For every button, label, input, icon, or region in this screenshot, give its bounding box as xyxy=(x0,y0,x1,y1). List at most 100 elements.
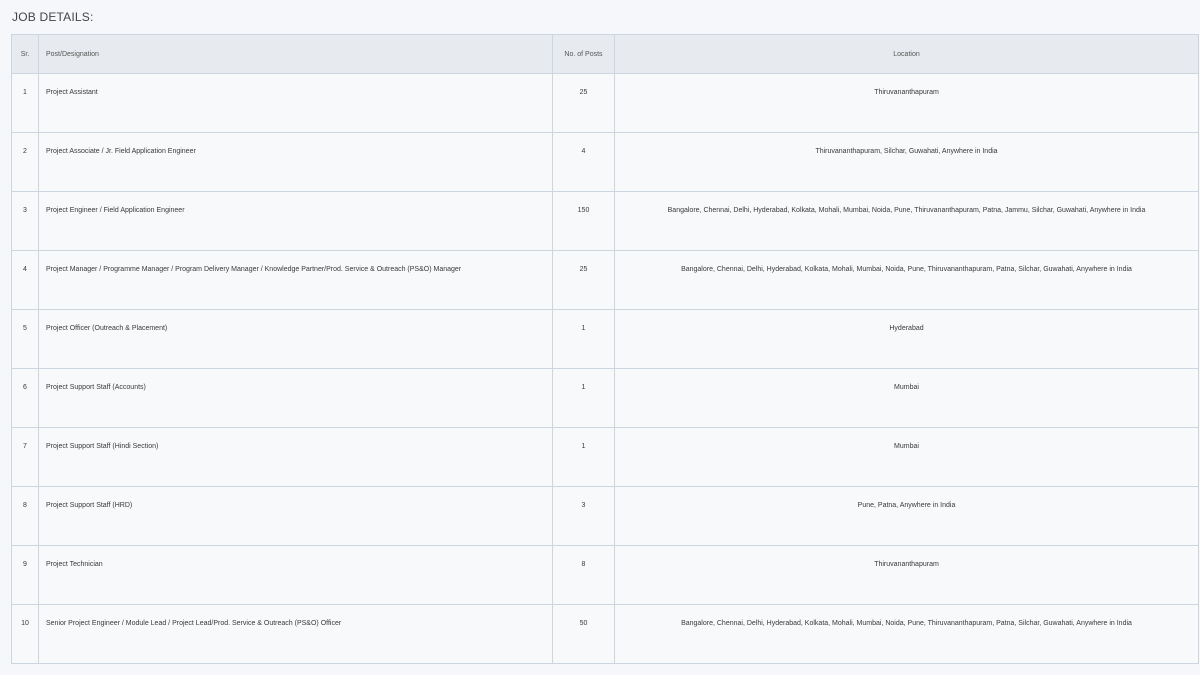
cell-location-text: Hyderabad xyxy=(889,325,924,332)
cell-sr: 5 xyxy=(11,309,39,369)
cell-num-posts-text: 3 xyxy=(581,502,586,509)
cell-location: Hyderabad xyxy=(614,309,1199,369)
cell-post-text: Project Support Staff (HRD) xyxy=(46,502,133,509)
cell-sr: 6 xyxy=(11,368,39,428)
cell-location: Pune, Patna, Anywhere in India xyxy=(614,486,1199,546)
cell-location-text: Bangalore, Chennai, Delhi, Hyderabad, Ko… xyxy=(667,207,1146,214)
job-details-page: JOB DETAILS: Sr. Post/Designation No. of… xyxy=(0,0,1200,675)
cell-sr: 4 xyxy=(11,250,39,310)
cell-num-posts-text: 25 xyxy=(579,89,588,96)
table-row: 6 Project Support Staff (Accounts) 1 Mumbai xyxy=(11,368,1199,428)
cell-post: Project Manager / Programme Manager / Pr… xyxy=(38,250,553,310)
cell-sr-text: 10 xyxy=(21,620,29,627)
cell-post: Senior Project Engineer / Module Lead / … xyxy=(38,604,553,664)
cell-location-text: Pune, Patna, Anywhere in India xyxy=(857,502,956,509)
cell-location-text: Bangalore, Chennai, Delhi, Hyderabad, Ko… xyxy=(681,266,1132,273)
cell-post-text: Project Associate / Jr. Field Applicatio… xyxy=(46,148,196,155)
cell-sr-text: 8 xyxy=(23,502,27,509)
cell-post: Project Officer (Outreach & Placement) xyxy=(38,309,553,369)
cell-location: Bangalore, Chennai, Delhi, Hyderabad, Ko… xyxy=(614,191,1199,251)
cell-sr-text: 4 xyxy=(23,266,27,273)
table-row: 9 Project Technician 8 Thiruvananthapuram xyxy=(11,545,1199,605)
cell-location: Bangalore, Chennai, Delhi, Hyderabad, Ko… xyxy=(614,604,1199,664)
cell-location-text: Mumbai xyxy=(894,384,919,391)
cell-location-text: Thiruvananthapuram, Silchar, Guwahati, A… xyxy=(815,148,998,155)
header-post: Post/Designation xyxy=(38,34,553,74)
cell-num-posts: 1 xyxy=(552,309,615,369)
cell-post: Project Support Staff (HRD) xyxy=(38,486,553,546)
cell-num-posts: 150 xyxy=(552,191,615,251)
cell-num-posts-text: 50 xyxy=(579,620,588,627)
cell-sr-text: 1 xyxy=(23,89,27,96)
cell-post: Project Engineer / Field Application Eng… xyxy=(38,191,553,251)
cell-sr-text: 9 xyxy=(23,561,27,568)
cell-post: Project Assistant xyxy=(38,73,553,133)
header-location-label: Location xyxy=(893,50,920,58)
table-header-row: Sr. Post/Designation No. of Posts Locati… xyxy=(11,34,1199,74)
cell-sr-text: 2 xyxy=(23,148,27,155)
cell-num-posts: 4 xyxy=(552,132,615,192)
cell-num-posts-text: 25 xyxy=(579,266,588,273)
cell-sr: 7 xyxy=(11,427,39,487)
cell-num-posts-text: 1 xyxy=(581,325,586,332)
cell-num-posts: 50 xyxy=(552,604,615,664)
cell-sr-text: 7 xyxy=(23,443,27,450)
cell-location-text: Thiruvananthapuram xyxy=(874,561,939,568)
cell-post-text: Project Engineer / Field Application Eng… xyxy=(46,207,185,214)
header-post-label: Post/Designation xyxy=(46,50,99,58)
cell-location: Bangalore, Chennai, Delhi, Hyderabad, Ko… xyxy=(614,250,1199,310)
table-row: 8 Project Support Staff (HRD) 3 Pune, Patna… xyxy=(11,486,1199,546)
cell-location: Thiruvananthapuram, Silchar, Guwahati, A… xyxy=(614,132,1199,192)
cell-location: Thiruvananthapuram xyxy=(614,545,1199,605)
table-body: 1 Project Assistant 25 Thiruvananthapuram 2 P… xyxy=(11,73,1199,664)
table-row: 2 Project Associate / Jr. Field Applicati… xyxy=(11,132,1199,192)
cell-location-text: Thiruvananthapuram xyxy=(874,89,939,96)
cell-sr: 2 xyxy=(11,132,39,192)
cell-sr: 3 xyxy=(11,191,39,251)
cell-post-text: Senior Project Engineer / Module Lead / … xyxy=(46,620,342,627)
cell-num-posts-text: 8 xyxy=(581,561,586,568)
cell-sr: 8 xyxy=(11,486,39,546)
cell-num-posts: 3 xyxy=(552,486,615,546)
cell-sr: 1 xyxy=(11,73,39,133)
cell-post-text: Project Support Staff (Accounts) xyxy=(46,384,146,391)
table-row: 7 Project Support Staff (Hindi Section) 1 M… xyxy=(11,427,1199,487)
cell-location-text: Bangalore, Chennai, Delhi, Hyderabad, Ko… xyxy=(681,620,1132,627)
cell-location: Thiruvananthapuram xyxy=(614,73,1199,133)
cell-post-text: Project Support Staff (Hindi Section) xyxy=(46,443,159,450)
cell-num-posts-text: 150 xyxy=(577,207,590,214)
cell-num-posts-text: 1 xyxy=(581,384,586,391)
cell-num-posts: 25 xyxy=(552,73,615,133)
cell-sr: 10 xyxy=(11,604,39,664)
cell-num-posts: 8 xyxy=(552,545,615,605)
table-row: 10 Senior Project Engineer / Module Lead … xyxy=(11,604,1199,664)
job-details-table: Sr. Post/Designation No. of Posts Locati… xyxy=(11,34,1199,664)
cell-post-text: Project Assistant xyxy=(46,89,98,96)
cell-post: Project Technician xyxy=(38,545,553,605)
cell-location: Mumbai xyxy=(614,427,1199,487)
header-location: Location xyxy=(614,34,1199,74)
header-num-posts-label: No. of Posts xyxy=(564,50,603,58)
table-row: 4 Project Manager / Programme Manager / P… xyxy=(11,250,1199,310)
table-row: 3 Project Engineer / Field Application En… xyxy=(11,191,1199,251)
cell-num-posts: 25 xyxy=(552,250,615,310)
cell-location: Mumbai xyxy=(614,368,1199,428)
cell-post: Project Support Staff (Hindi Section) xyxy=(38,427,553,487)
table-row: 5 Project Officer (Outreach & Placement) 1… xyxy=(11,309,1199,369)
cell-post-text: Project Officer (Outreach & Placement) xyxy=(46,325,168,332)
cell-sr-text: 3 xyxy=(23,207,27,214)
cell-post: Project Support Staff (Accounts) xyxy=(38,368,553,428)
cell-num-posts: 1 xyxy=(552,427,615,487)
cell-post-text: Project Manager / Programme Manager / Pr… xyxy=(46,266,462,273)
cell-num-posts: 1 xyxy=(552,368,615,428)
table-row: 1 Project Assistant 25 Thiruvananthapuram xyxy=(11,73,1199,133)
cell-sr: 9 xyxy=(11,545,39,605)
header-sr-label: Sr. xyxy=(20,50,30,58)
cell-num-posts-text: 1 xyxy=(581,443,586,450)
cell-location-text: Mumbai xyxy=(894,443,919,450)
cell-num-posts-text: 4 xyxy=(581,148,586,155)
cell-post-text: Project Technician xyxy=(46,561,103,568)
header-sr: Sr. xyxy=(11,34,39,74)
cell-sr-text: 6 xyxy=(23,384,27,391)
header-num-posts: No. of Posts xyxy=(552,34,615,74)
